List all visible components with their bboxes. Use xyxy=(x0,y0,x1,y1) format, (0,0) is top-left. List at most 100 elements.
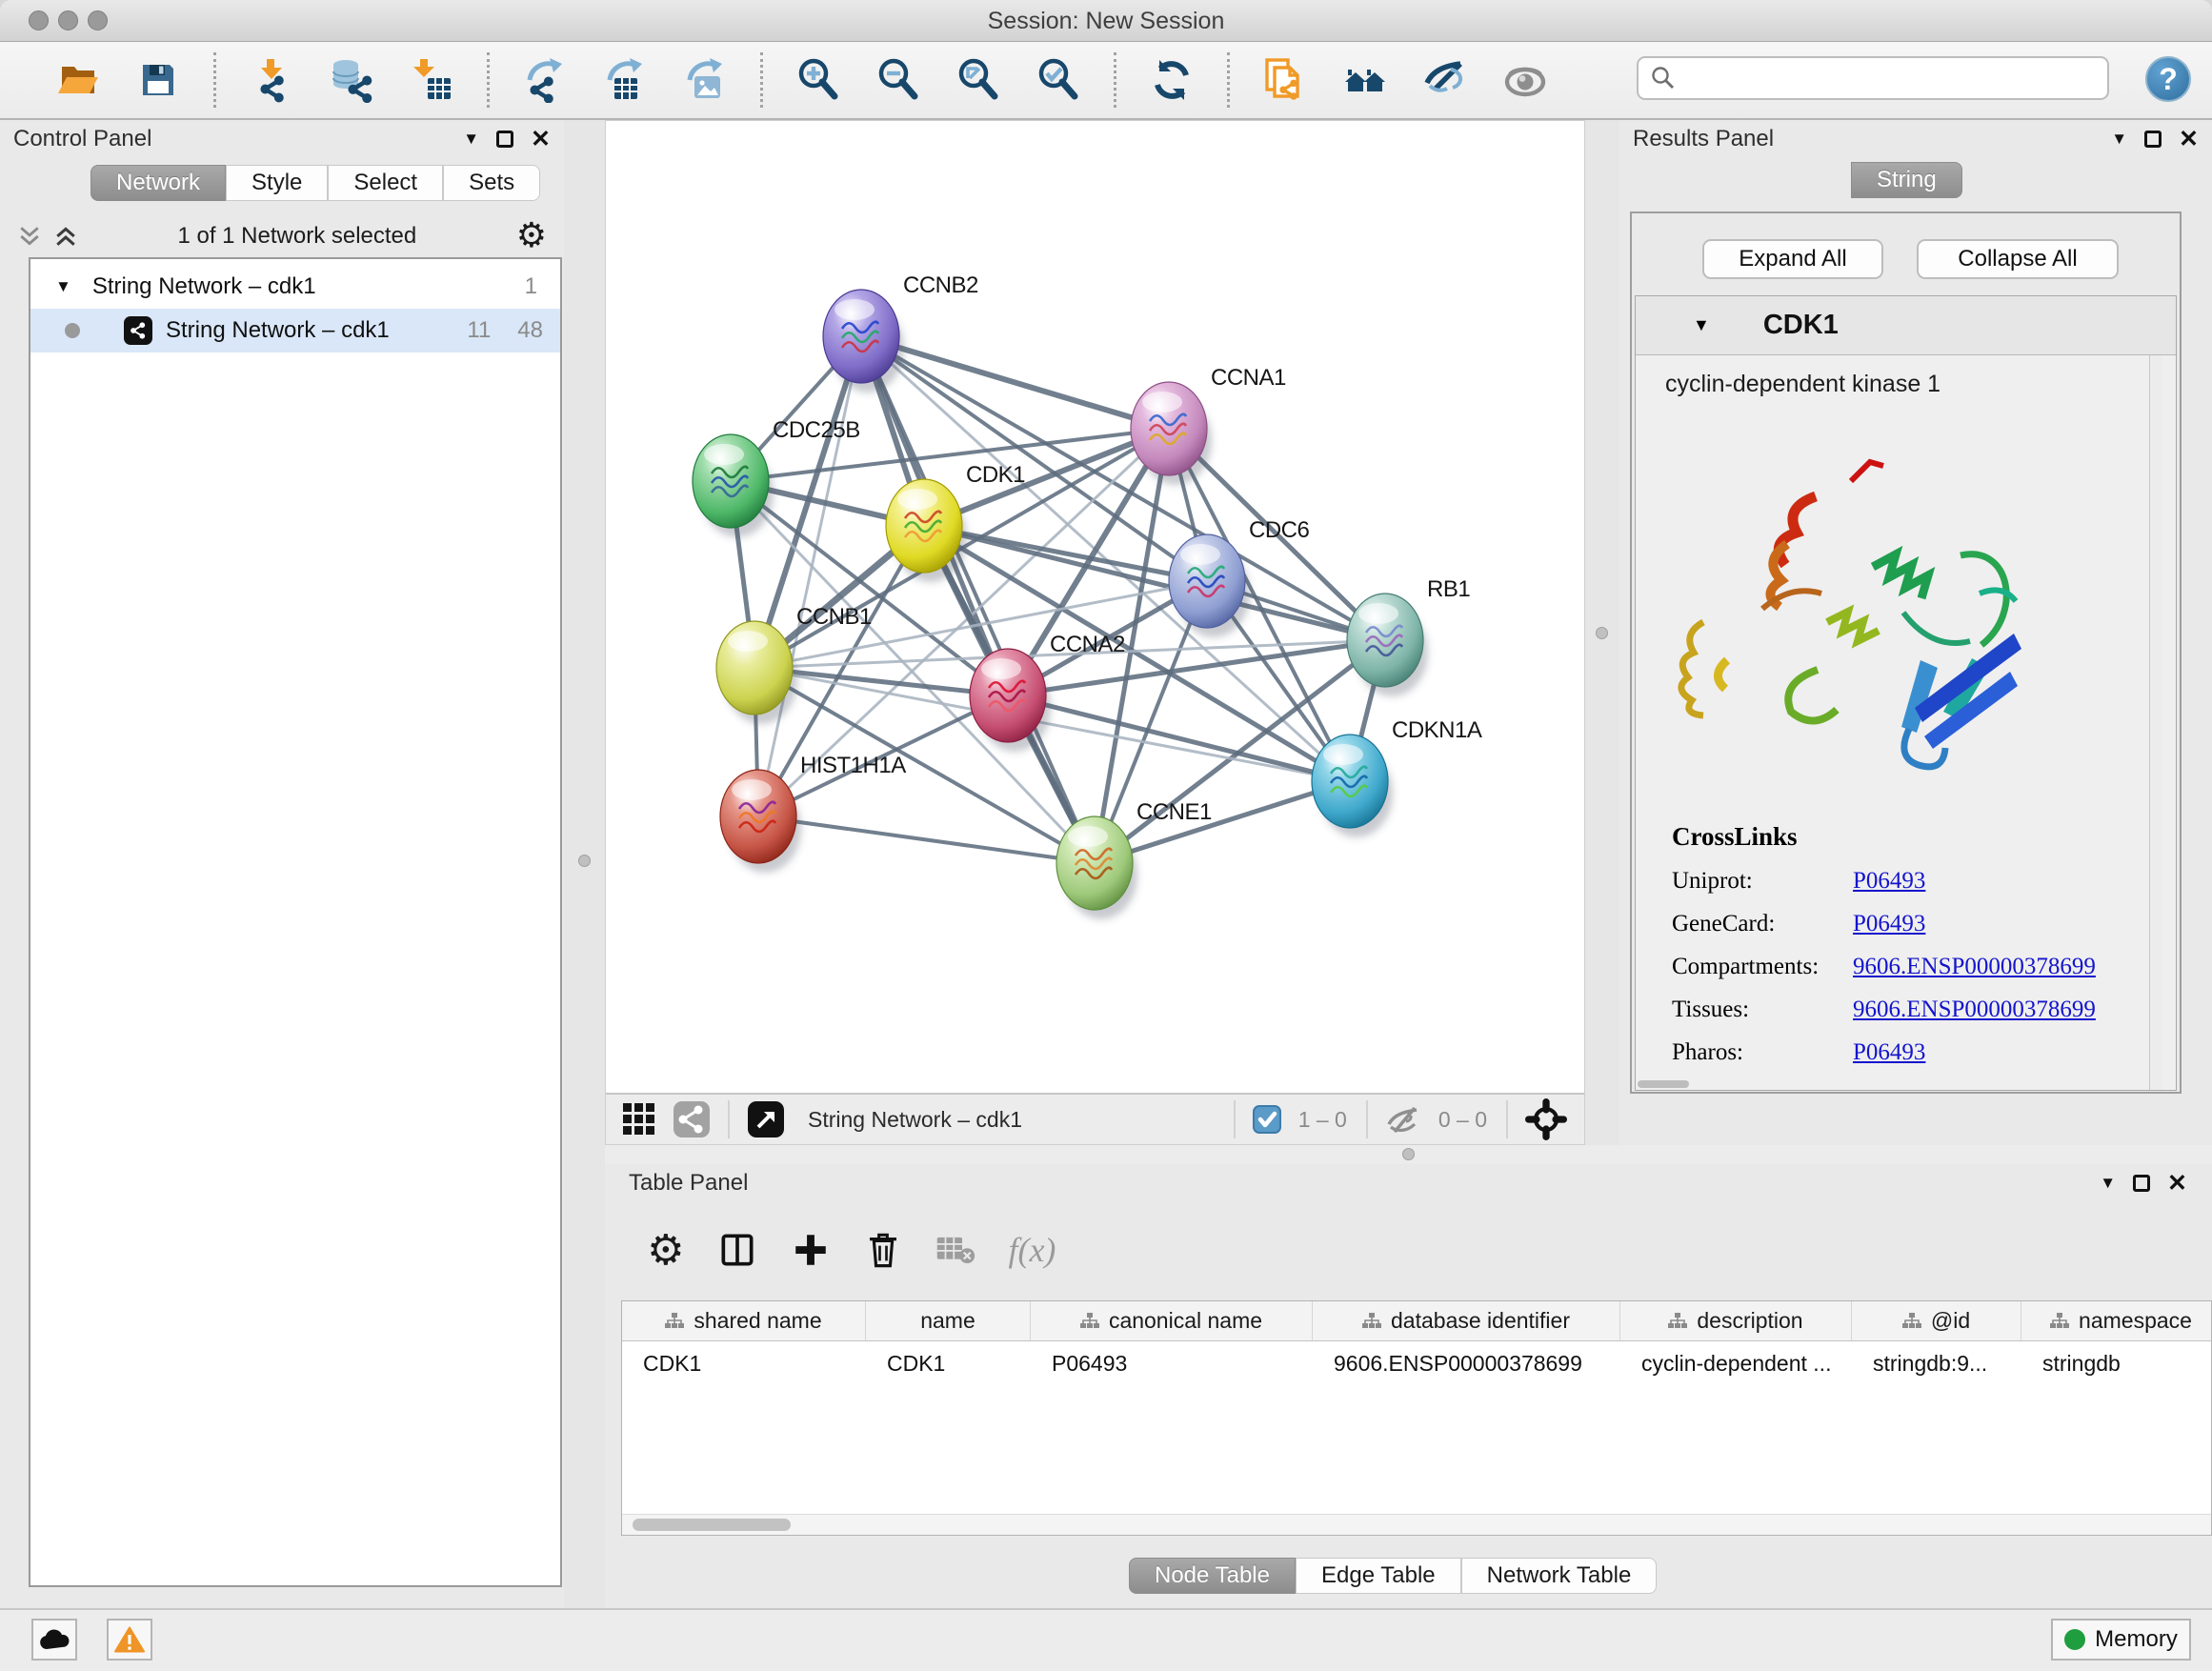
results-horizontal-scrollbar[interactable] xyxy=(1638,1080,1689,1088)
tab-network[interactable]: Network xyxy=(90,165,226,201)
network-edge[interactable] xyxy=(861,336,1095,863)
table-cell[interactable]: 9606.ENSP00000378699 xyxy=(1313,1341,1620,1385)
delete-column-icon[interactable] xyxy=(863,1229,903,1271)
table-cell[interactable]: stringdb xyxy=(2021,1341,2212,1385)
crosslink-link[interactable]: 9606.ENSP00000378699 xyxy=(1853,954,2096,980)
crosslink-link[interactable]: 9606.ENSP00000378699 xyxy=(1853,997,2096,1023)
control-network-splitter[interactable] xyxy=(564,120,605,1608)
network-node-CDC6[interactable]: CDC6 xyxy=(1169,517,1309,637)
show-all-networks-icon[interactable] xyxy=(1341,56,1389,104)
scrollbar-thumb[interactable] xyxy=(633,1519,791,1531)
results-panel-collapse-icon[interactable]: ▼ xyxy=(2111,130,2127,149)
expand-all-button[interactable]: Expand All xyxy=(1702,239,1883,279)
expand-all-icon[interactable] xyxy=(53,225,78,248)
tab-sets[interactable]: Sets xyxy=(443,165,540,201)
network-options-gear-icon[interactable]: ⚙ xyxy=(516,219,547,253)
show-columns-icon[interactable] xyxy=(716,1229,758,1271)
network-results-splitter[interactable] xyxy=(1585,120,1619,1145)
column-header-name[interactable]: name xyxy=(866,1301,1031,1340)
selected-checkbox-icon[interactable] xyxy=(1253,1105,1281,1134)
network-collection-row[interactable]: ▼ String Network – cdk1 1 xyxy=(30,265,560,309)
tab-node-table[interactable]: Node Table xyxy=(1129,1558,1296,1594)
collection-expand-icon[interactable]: ▼ xyxy=(55,277,71,296)
control-panel-collapse-icon[interactable]: ▼ xyxy=(463,130,479,149)
network-edge[interactable] xyxy=(758,816,1095,863)
clone-network-icon[interactable] xyxy=(1261,56,1309,104)
network-node-HIST1H1A[interactable]: HIST1H1A xyxy=(720,753,906,873)
table-panel-maximize-icon[interactable] xyxy=(2133,1175,2150,1192)
network-edge[interactable] xyxy=(1095,781,1350,863)
zoom-in-icon[interactable] xyxy=(794,56,842,104)
column-header-canonical-name[interactable]: canonical name xyxy=(1031,1301,1313,1340)
crosslink-link[interactable]: P06493 xyxy=(1853,911,1925,937)
control-panel-close-icon[interactable]: ✕ xyxy=(531,128,551,151)
memory-button[interactable]: Memory xyxy=(2051,1619,2191,1661)
network-node-CCNE1[interactable]: CCNE1 xyxy=(1056,799,1212,919)
table-cell[interactable]: CDK1 xyxy=(866,1341,1031,1385)
zoom-out-icon[interactable] xyxy=(875,56,922,104)
table-horizontal-scrollbar[interactable] xyxy=(622,1514,2211,1535)
zoom-fit-icon[interactable] xyxy=(955,56,1002,104)
zoom-selected-icon[interactable] xyxy=(1035,56,1082,104)
export-image-icon[interactable] xyxy=(681,56,729,104)
results-vertical-scrollbar[interactable] xyxy=(2149,355,2162,1090)
search-input[interactable] xyxy=(1677,65,2107,91)
network-row-selected[interactable]: String Network – cdk1 11 48 xyxy=(30,309,560,352)
network-canvas[interactable]: CCNB2 CCNA1 CDC25B CDK1 CDC6 RB1 CCNB1 C… xyxy=(606,121,1584,1093)
import-table-icon[interactable] xyxy=(408,56,455,104)
column-header-description[interactable]: description xyxy=(1620,1301,1852,1340)
gene-section-header[interactable]: ▼ CDK1 xyxy=(1636,296,2176,355)
network-view-mode-icon[interactable] xyxy=(673,1100,711,1138)
show-graphics-details-icon[interactable] xyxy=(1501,56,1549,104)
column-header-namespace[interactable]: namespace xyxy=(2021,1301,2212,1340)
splitter-handle[interactable] xyxy=(578,855,591,867)
results-panel-close-icon[interactable]: ✕ xyxy=(2179,128,2199,151)
import-network-icon[interactable] xyxy=(248,56,295,104)
tab-select[interactable]: Select xyxy=(328,165,443,201)
table-cell[interactable]: stringdb:9... xyxy=(1852,1341,2021,1385)
collapse-all-button[interactable]: Collapse All xyxy=(1917,239,2119,279)
save-session-icon[interactable] xyxy=(134,56,182,104)
results-panel-maximize-icon[interactable] xyxy=(2144,131,2162,148)
table-panel-collapse-icon[interactable]: ▼ xyxy=(2100,1174,2116,1193)
column-header-shared-name[interactable]: shared name xyxy=(622,1301,866,1340)
column-header--id[interactable]: @id xyxy=(1852,1301,2021,1340)
tab-string[interactable]: String xyxy=(1851,162,1962,198)
tab-style[interactable]: Style xyxy=(226,165,328,201)
table-panel-close-icon[interactable]: ✕ xyxy=(2167,1172,2187,1196)
refresh-icon[interactable] xyxy=(1148,56,1196,104)
column-header-database-identifier[interactable]: database identifier xyxy=(1313,1301,1620,1340)
splitter-handle[interactable] xyxy=(1596,627,1608,639)
splitter-handle[interactable] xyxy=(1402,1148,1415,1160)
hide-graphics-icon[interactable] xyxy=(1421,56,1469,104)
table-cell[interactable]: CDK1 xyxy=(622,1341,866,1385)
tab-network-table[interactable]: Network Table xyxy=(1461,1558,1658,1594)
table-panel-splitter[interactable] xyxy=(605,1145,2212,1164)
collapse-all-icon[interactable] xyxy=(17,225,42,248)
network-node-CCNB2[interactable]: CCNB2 xyxy=(823,272,978,393)
network-edge[interactable] xyxy=(758,336,861,816)
search-box[interactable] xyxy=(1637,56,2109,100)
add-column-icon[interactable] xyxy=(791,1230,831,1270)
grid-view-icon[interactable] xyxy=(621,1101,657,1137)
open-file-icon[interactable] xyxy=(54,56,102,104)
table-cell[interactable]: cyclin-dependent ... xyxy=(1620,1341,1852,1385)
network-edge[interactable] xyxy=(861,336,1169,429)
cloud-status-button[interactable] xyxy=(31,1619,77,1661)
tab-edge-table[interactable]: Edge Table xyxy=(1296,1558,1461,1594)
crosslink-link[interactable]: P06493 xyxy=(1853,868,1925,895)
table-row[interactable]: CDK1CDK1P064939606.ENSP00000378699cyclin… xyxy=(622,1341,2211,1385)
control-panel-maximize-icon[interactable] xyxy=(496,131,513,148)
import-database-icon[interactable] xyxy=(328,56,375,104)
network-node-RB1[interactable]: RB1 xyxy=(1347,576,1470,696)
crosslink-link[interactable]: P06493 xyxy=(1853,1039,1925,1066)
export-network-icon[interactable] xyxy=(521,56,569,104)
help-button[interactable]: ? xyxy=(2145,56,2191,102)
fit-content-target-icon[interactable] xyxy=(1525,1098,1567,1140)
export-table-icon[interactable] xyxy=(601,56,649,104)
table-cell[interactable]: P06493 xyxy=(1031,1341,1313,1385)
birds-eye-view-icon[interactable] xyxy=(747,1100,785,1138)
warnings-button[interactable] xyxy=(107,1619,152,1661)
table-options-gear-icon[interactable]: ⚙ xyxy=(647,1226,684,1275)
network-node-CDKN1A[interactable]: CDKN1A xyxy=(1312,717,1482,837)
